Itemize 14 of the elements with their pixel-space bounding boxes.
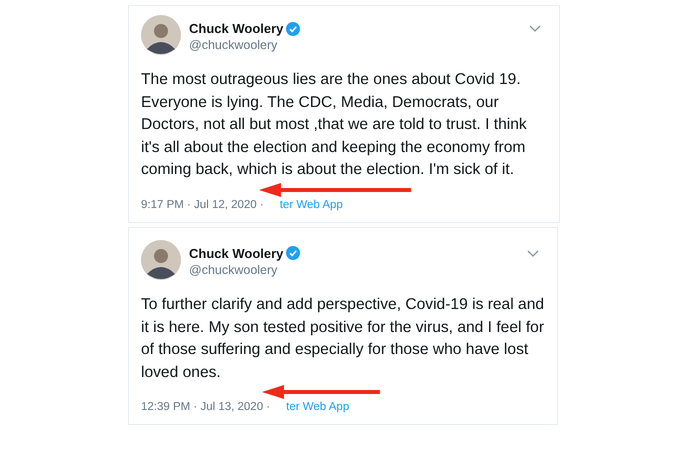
tweet-timestamp[interactable]: 9:17 PM · Jul 12, 2020 · <box>141 198 264 212</box>
avatar-icon[interactable] <box>141 15 181 55</box>
tweet-source[interactable]: ter Web App <box>274 400 350 414</box>
user-name[interactable]: Chuck Woolery <box>189 21 284 36</box>
tweet-text: The most outrageous lies are the ones about Covid 19. Everyone is lying. The CDC, Media, Democrats, our Doctors, not all but most ,that we are told to trust. I think it's all about the election and keeping the economy from coming back, which is about the election. I'm sick of it. <box>141 70 528 180</box>
user-handle[interactable]: @chuckwoolery <box>189 262 300 277</box>
tweet-source[interactable]: ter Web App <box>268 198 343 212</box>
chevron-down-icon[interactable] <box>527 250 539 258</box>
avatar-icon[interactable] <box>141 240 181 280</box>
chevron-down-icon[interactable] <box>529 25 541 33</box>
tweet-text: To further clarify and add perspective, Covid-19 is real and it is here. My son tested positive for the virus, and I feel for of those suffering and especially for those who have lost loved ones. <box>141 294 546 383</box>
user-name[interactable]: Chuck Woolery <box>189 246 284 261</box>
tweet-timestamp[interactable]: 12:39 PM · Jul 13, 2020 · <box>141 400 270 414</box>
user-handle[interactable]: @chuckwoolery <box>189 38 300 52</box>
